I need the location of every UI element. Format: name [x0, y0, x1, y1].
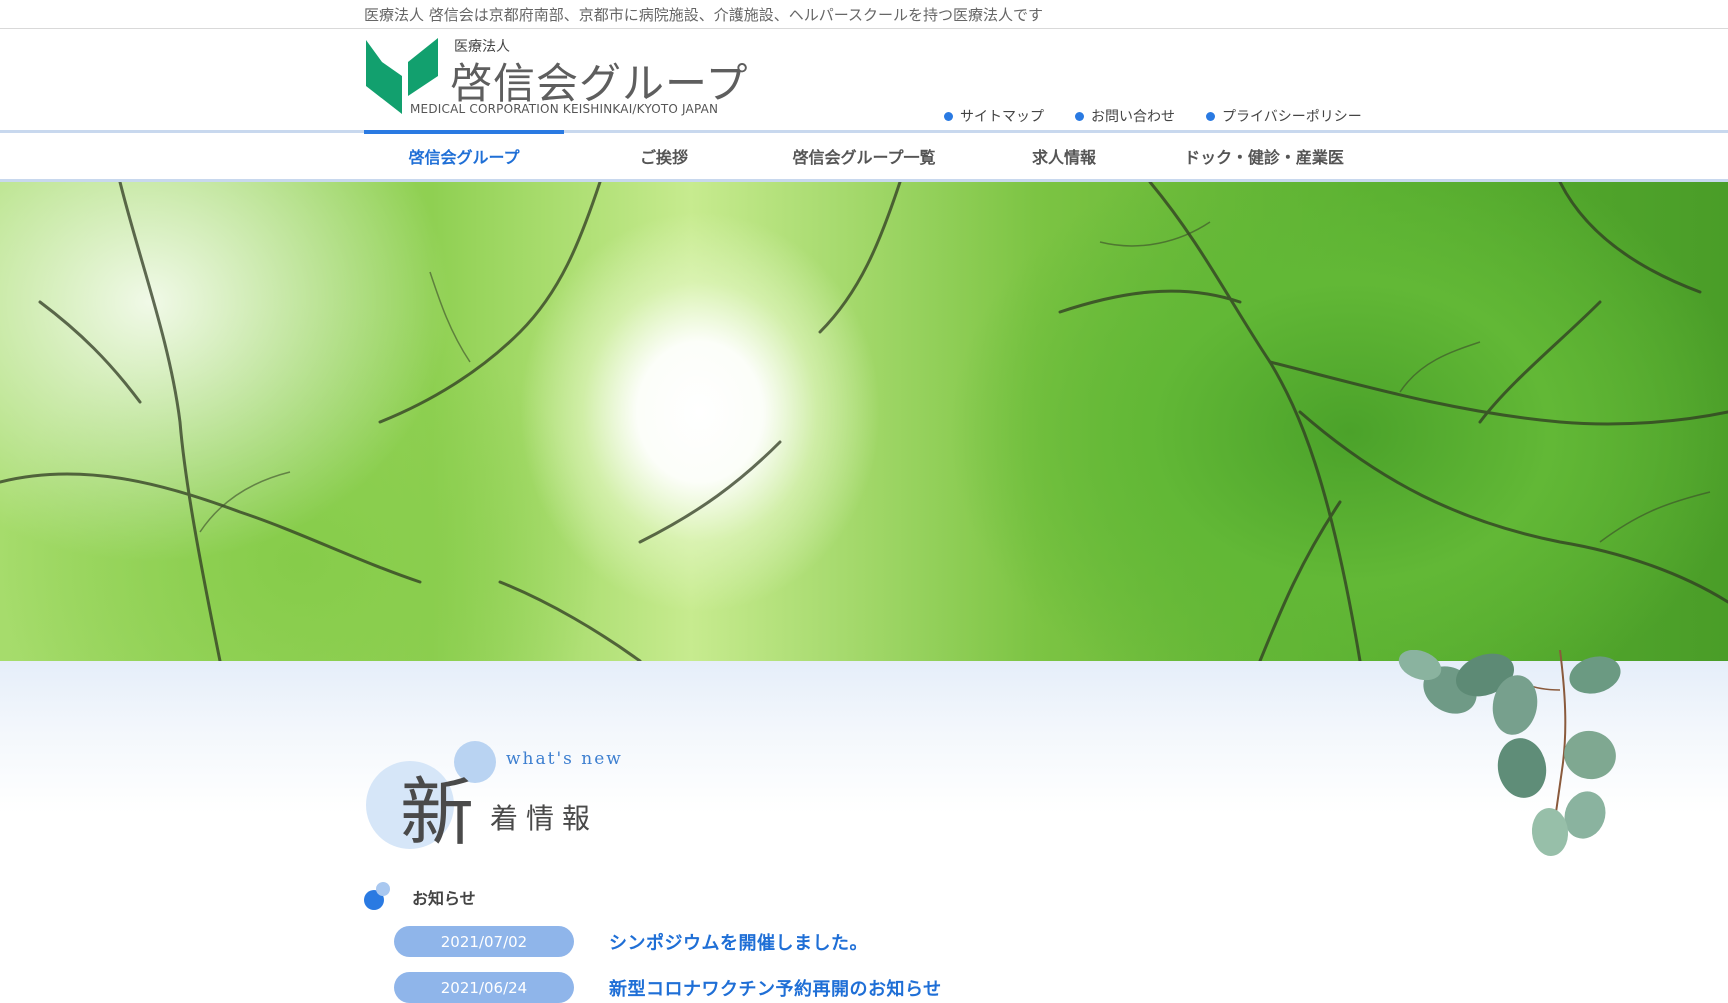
- utility-links: サイトマップ お問い合わせ プライバシーポリシー: [944, 106, 1362, 126]
- eucalyptus-leaves-icon: [1398, 650, 1621, 856]
- site-logo[interactable]: 医療法人 啓信会グループ MEDICAL CORPORATION KEISHIN…: [364, 36, 747, 118]
- nav-item-recruit[interactable]: 求人情報: [964, 133, 1164, 179]
- util-link-privacy[interactable]: プライバシーポリシー: [1206, 106, 1362, 126]
- main-nav: 啓信会グループ ご挨拶 啓信会グループ一覧 求人情報 ドック・健診・産業医: [364, 130, 1364, 179]
- category-label: お知らせ: [412, 889, 476, 908]
- hero-image: [0, 182, 1728, 661]
- util-link-label: お問い合わせ: [1091, 109, 1175, 125]
- heading-rest-kanji: 着情報: [490, 802, 599, 835]
- news-date-badge: 2021/07/02: [394, 926, 574, 957]
- hero-branches: [0, 182, 1728, 661]
- nav-item-greeting[interactable]: ご挨拶: [564, 133, 764, 179]
- nav-item-group-list[interactable]: 啓信会グループ一覧: [764, 133, 964, 179]
- util-link-contact[interactable]: お問い合わせ: [1075, 106, 1175, 126]
- bullet-icon: [1206, 111, 1215, 121]
- site-tagline: 医療法人 啓信会は京都府南部、京都市に病院施設、介護施設、ヘルパースクールを持つ…: [364, 6, 1044, 24]
- util-link-label: サイトマップ: [960, 109, 1044, 125]
- news-date-badge: 2021/06/24: [394, 972, 574, 1003]
- nav-item-checkup[interactable]: ドック・健診・産業医: [1164, 133, 1364, 179]
- news-item[interactable]: 2021/06/24 新型コロナワクチン予約再開のお知らせ: [394, 972, 942, 1003]
- heading-big-kanji: 新: [400, 770, 474, 856]
- news-title-link[interactable]: シンポジウムを開催しました。: [609, 929, 868, 955]
- bullet-icon: [1075, 111, 1084, 121]
- news-title-link[interactable]: 新型コロナワクチン予約再開のお知らせ: [609, 975, 942, 1001]
- bullet-icon: [944, 111, 953, 121]
- nav-item-group[interactable]: 啓信会グループ: [364, 130, 564, 179]
- category-dots-icon: [364, 882, 394, 912]
- news-heading: 新 what's new 着情報: [364, 735, 664, 856]
- logo-english-text: MEDICAL CORPORATION KEISHINKAI/KYOTO JAP…: [410, 102, 719, 116]
- news-category: お知らせ: [364, 882, 476, 912]
- news-item[interactable]: 2021/07/02 シンポジウムを開催しました。: [394, 926, 868, 957]
- util-link-label: プライバシーポリシー: [1222, 109, 1362, 125]
- heading-subtitle: what's new: [506, 749, 623, 769]
- top-bar: 医療法人 啓信会は京都府南部、京都市に病院施設、介護施設、ヘルパースクールを持つ…: [0, 0, 1728, 29]
- util-link-sitemap[interactable]: サイトマップ: [944, 106, 1044, 126]
